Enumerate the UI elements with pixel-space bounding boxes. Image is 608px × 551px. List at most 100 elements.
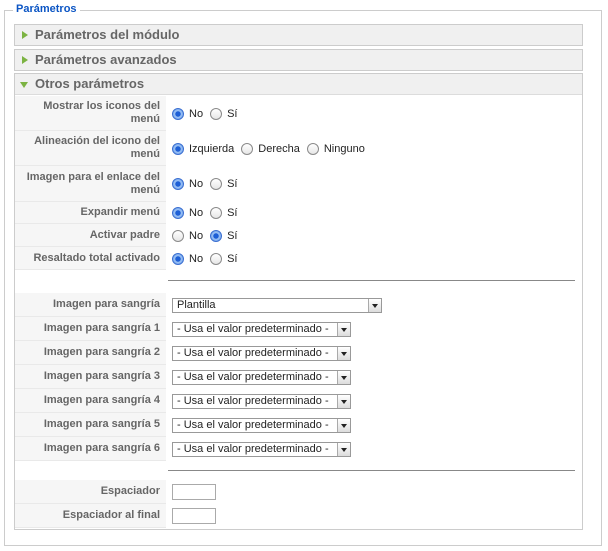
end-spacer-input[interactable]	[172, 508, 216, 524]
radio-checked-icon[interactable]	[210, 229, 223, 242]
setting-label: Expandir menú	[15, 202, 166, 224]
radio-setting-row: Expandir menú No Sí	[15, 202, 582, 224]
radio-option-label: Sí	[227, 229, 238, 242]
radio-option-label: Izquierda	[189, 142, 235, 155]
indent-image-value: - Usa el valor predeterminado -	[177, 322, 329, 335]
indent-image-label: Imagen para sangría 6	[15, 437, 166, 461]
radio-unchecked-icon[interactable]	[210, 207, 223, 219]
radio-option-label: No	[189, 207, 204, 219]
spacer-input[interactable]	[172, 484, 216, 500]
radio-option[interactable]: No	[172, 107, 204, 120]
setting-label: Imagen para el enlace del menú	[15, 166, 166, 202]
chevron-down-icon	[337, 442, 350, 456]
indent-image-select[interactable]: - Usa el valor predeterminado -	[172, 417, 351, 433]
spacer-label: Espaciador	[15, 480, 166, 504]
radio-option-label: No	[189, 252, 204, 265]
radio-checked-icon[interactable]	[172, 142, 184, 155]
radio-unchecked-icon[interactable]	[172, 229, 184, 242]
radio-option[interactable]: No	[172, 229, 204, 242]
radio-unchecked-icon[interactable]	[241, 142, 254, 155]
panel-other-params: Otros parámetros Mostrar los iconos del …	[14, 73, 583, 530]
indent-image-select[interactable]: - Usa el valor predeterminado -	[172, 393, 351, 409]
radio-option[interactable]: Sí	[210, 229, 238, 242]
radio-setting-row: Resaltado total activado No Sí	[15, 247, 582, 270]
radio-option[interactable]: Ninguno	[306, 142, 365, 155]
radio-checked-icon[interactable]	[172, 107, 184, 120]
end-spacer-label: Espaciador al final	[15, 504, 166, 528]
indent-image-label: Imagen para sangría 5	[15, 413, 166, 437]
indent-image-label: Imagen para sangría 4	[15, 389, 166, 413]
radio-option[interactable]: No	[172, 252, 204, 265]
radio-checked-icon[interactable]	[172, 178, 184, 190]
chevron-down-icon	[337, 418, 350, 432]
radio-option-label: No	[189, 107, 204, 120]
panel-module-params[interactable]: Parámetros del módulo	[14, 24, 583, 46]
separator-line	[168, 470, 575, 471]
indent-image-value: - Usa el valor predeterminado -	[177, 394, 329, 407]
indent-image-select[interactable]: - Usa el valor predeterminado -	[172, 345, 351, 361]
radio-checked-icon[interactable]	[172, 252, 184, 265]
indent-image-value: - Usa el valor predeterminado -	[177, 370, 329, 383]
radio-option[interactable]: No	[172, 178, 203, 190]
radio-option-label: Ninguno	[323, 142, 365, 155]
indent-image-value: - Usa el valor predeterminado -	[177, 346, 329, 359]
radio-option[interactable]: Sí	[210, 252, 237, 265]
chevron-down-icon	[337, 370, 350, 384]
setting-label: Alineación del icono del menú	[15, 131, 166, 166]
radio-option[interactable]: Sí	[210, 178, 237, 190]
collapse-arrow-icon	[20, 82, 28, 88]
radio-option-label: No	[189, 178, 204, 190]
radio-unchecked-icon[interactable]	[210, 107, 223, 120]
indent-image-select[interactable]: Plantilla	[172, 297, 382, 313]
panel-header-advanced[interactable]: Parámetros avanzados	[15, 50, 582, 70]
separator-line	[168, 280, 575, 281]
radio-option-label: No	[189, 229, 204, 242]
radio-unchecked-icon[interactable]	[306, 142, 319, 155]
chevron-down-icon	[368, 298, 381, 312]
chevron-down-icon	[337, 394, 350, 408]
indent-image-row: Imagen para sangría 2 - Usa el valor pred…	[15, 341, 582, 365]
setting-label: Activar padre	[15, 224, 166, 247]
setting-label: Resaltado total activado	[15, 247, 166, 270]
panel-title-advanced: Parámetros avanzados	[35, 52, 177, 67]
parameters-fieldset: Parámetros Parámetros del módulo Parámet…	[4, 3, 602, 546]
radio-setting-row: Activar padre No Sí	[15, 224, 582, 247]
expand-arrow-icon	[22, 31, 28, 39]
radio-checked-icon[interactable]	[172, 207, 184, 219]
indent-image-row: Imagen para sangría 4 - Usa el valor pred…	[15, 389, 582, 413]
indent-image-row: Imagen para sangría 6 - Usa el valor pred…	[15, 437, 582, 461]
chevron-down-icon	[337, 322, 350, 336]
spacer-row: Espaciador	[15, 480, 582, 504]
indent-image-select[interactable]: - Usa el valor predeterminado -	[172, 441, 351, 457]
indent-image-row: Imagen para sangría 1 - Usa el valor pred…	[15, 317, 582, 341]
indent-image-select[interactable]: - Usa el valor predeterminado -	[172, 369, 351, 385]
radio-option[interactable]: Sí	[210, 107, 237, 120]
radio-option[interactable]: Izquierda	[172, 142, 235, 155]
setting-label: Mostrar los iconos del menú	[15, 96, 166, 131]
panel-advanced-params[interactable]: Parámetros avanzados	[14, 49, 583, 71]
radio-unchecked-icon[interactable]	[210, 252, 223, 265]
radio-option-label: Sí	[227, 178, 238, 190]
fieldset-legend: Parámetros	[13, 3, 80, 15]
indent-image-value: - Usa el valor predeterminado -	[177, 418, 329, 431]
indent-image-row: Imagen para sangría Plantilla	[15, 293, 582, 317]
indent-image-select[interactable]: - Usa el valor predeterminado -	[172, 321, 351, 337]
radio-option[interactable]: Sí	[210, 207, 237, 219]
indent-image-row: Imagen para sangría 5 - Usa el valor pred…	[15, 413, 582, 437]
panel-header-other[interactable]: Otros parámetros	[15, 74, 582, 95]
radio-unchecked-icon[interactable]	[210, 178, 223, 190]
radio-setting-row: Imagen para el enlace del menú No Sí	[15, 166, 582, 202]
end-spacer-row: Espaciador al final	[15, 504, 582, 528]
radio-option-label: Sí	[227, 207, 238, 219]
indent-image-value: Plantilla	[177, 298, 216, 311]
panel-header-module[interactable]: Parámetros del módulo	[15, 25, 582, 45]
radio-option-label: Derecha	[258, 142, 300, 155]
radio-option[interactable]: Derecha	[241, 142, 300, 155]
panel-title-module: Parámetros del módulo	[35, 27, 180, 42]
panel-title-other: Otros parámetros	[35, 76, 145, 91]
indent-image-value: - Usa el valor predeterminado -	[177, 442, 329, 455]
radio-option[interactable]: No	[172, 207, 203, 219]
radio-setting-row: Alineación del icono del menú Izquierda De…	[15, 131, 582, 166]
indent-image-label: Imagen para sangría 1	[15, 317, 166, 341]
indent-image-label: Imagen para sangría	[15, 293, 166, 317]
